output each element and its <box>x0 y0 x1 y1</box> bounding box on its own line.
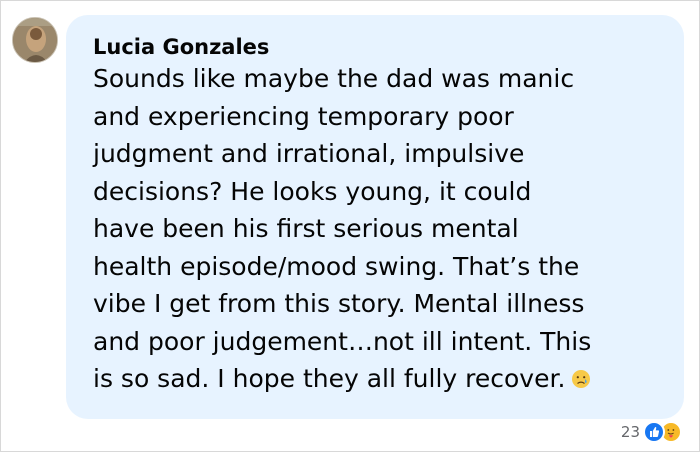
avatar[interactable] <box>12 17 58 63</box>
comment-line: judgment and irrational, impulsive <box>93 139 525 168</box>
comment-line: is so sad. I hope they all fully recover… <box>93 364 566 393</box>
reaction-count[interactable]: 23 <box>621 423 640 441</box>
like-icon <box>643 421 665 443</box>
comment-body: Sounds like maybe the dad was manic and … <box>93 60 658 398</box>
reaction-summary[interactable]: 23 <box>621 421 682 443</box>
crying-face-emoji-icon <box>571 362 591 388</box>
comment-line: decisions? He looks young, it could <box>93 176 532 206</box>
comment-line: Sounds like maybe the dad was manic <box>93 64 575 93</box>
comment-line: have been his first serious mental <box>93 214 519 243</box>
comment-author[interactable]: Lucia Gonzales <box>93 33 658 61</box>
comment-line: and experiencing temporary poor <box>93 101 514 131</box>
comment-line: vibe I get from this story. Mental illne… <box>93 289 585 318</box>
comment-line: health episode/mood swing. That’s the <box>93 251 580 281</box>
comment-bubble: Lucia Gonzales Sounds like maybe the dad… <box>66 15 684 419</box>
comment-line: and poor judgement…not ill intent. This <box>93 326 592 356</box>
